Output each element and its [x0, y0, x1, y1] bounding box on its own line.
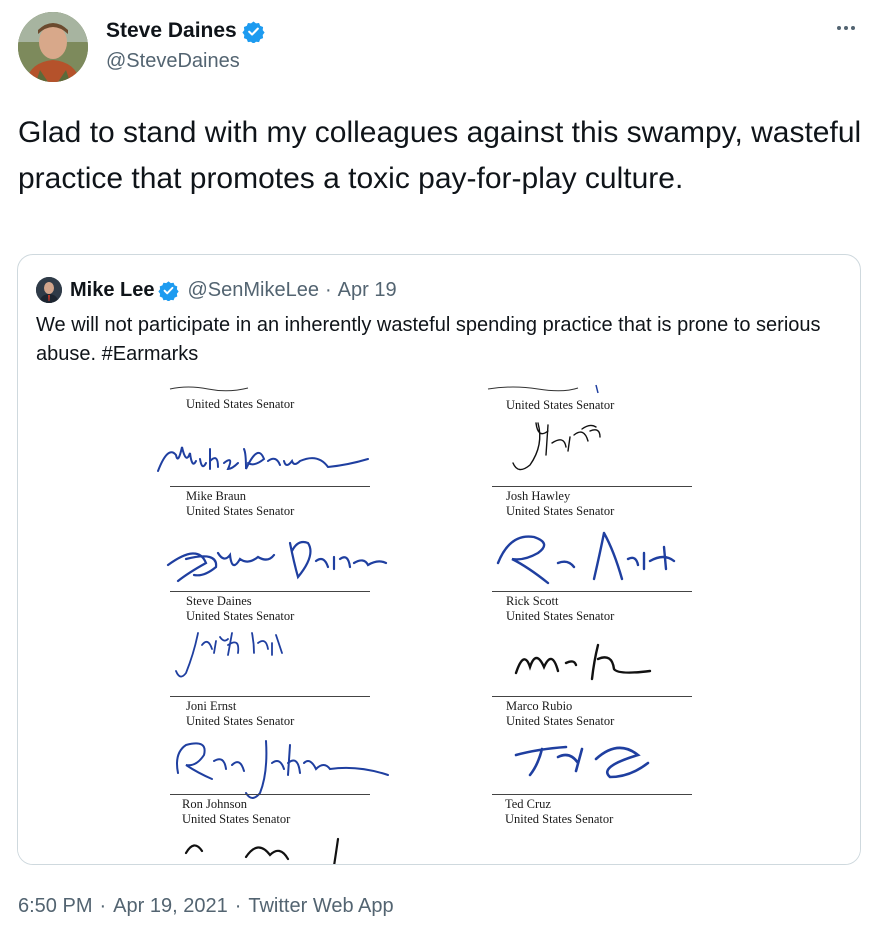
quoted-author-name: Mike Lee — [70, 278, 155, 301]
signer-name: Josh Hawley — [506, 489, 571, 503]
signature-drawings — [157, 384, 676, 864]
signature-line — [492, 486, 692, 487]
signature-line — [492, 794, 692, 795]
quoted-author-avatar — [36, 277, 62, 303]
signature-line — [170, 696, 370, 697]
signer-title: United States Senator — [186, 504, 295, 518]
footer-separator: · — [234, 895, 242, 917]
signature-line — [492, 591, 692, 592]
tweet-text: Glad to stand with my colleagues against… — [18, 116, 862, 195]
signer-title: United States Senator — [506, 714, 615, 728]
signer-title: United States Senator — [186, 609, 295, 623]
signer-title: United States Senator — [506, 609, 615, 623]
verified-badge-icon — [158, 280, 180, 302]
author-handle[interactable]: @SteveDaines — [106, 50, 265, 73]
author-avatar[interactable] — [18, 12, 88, 82]
signer-name: Steve Daines — [186, 594, 252, 608]
signer-name: Marco Rubio — [506, 699, 573, 713]
signature-line — [170, 591, 370, 592]
author-display-name[interactable]: Steve Daines — [106, 19, 237, 43]
signer-name: Ted Cruz — [505, 797, 551, 811]
signer-title: United States Senator — [182, 812, 291, 826]
signer-title: United States Senator — [506, 504, 615, 518]
quoted-author-handle: @SenMikeLee — [187, 278, 319, 301]
quoted-tweet[interactable]: Mike Lee @SenMikeLee · Apr 19 We will no… — [17, 254, 861, 865]
signer-name: Rick Scott — [506, 594, 559, 608]
signer-title: United States Senator — [186, 714, 295, 728]
tweet-time[interactable]: 6:50 PM — [18, 895, 92, 918]
signature-line — [170, 486, 370, 487]
signer-title: United States Senator — [505, 812, 614, 826]
tweet-source[interactable]: Twitter Web App — [248, 895, 393, 918]
tweet-date[interactable]: Apr 19, 2021 — [113, 895, 228, 918]
tweet-header: Steve Daines @SteveDaines — [18, 12, 863, 84]
tweet-footer: 6:50 PM · Apr 19, 2021 · Twitter Web App — [18, 895, 394, 918]
footer-separator: · — [99, 895, 107, 917]
author-name-block: Steve Daines @SteveDaines — [106, 18, 265, 73]
signer-name: Joni Ernst — [186, 699, 237, 713]
signer-title: United States Senator — [506, 398, 615, 412]
signature-line — [492, 696, 692, 697]
signature-line — [170, 794, 370, 795]
signature-letter-image[interactable]: United States Senator United States Sena… — [18, 383, 860, 864]
quoted-separator: · — [324, 278, 332, 301]
signer-title: United States Senator — [186, 397, 295, 411]
quoted-tweet-header: Mike Lee @SenMikeLee · Apr 19 — [36, 277, 397, 303]
more-horizontal-icon[interactable] — [831, 16, 861, 40]
verified-badge-icon — [242, 20, 265, 44]
quoted-date: Apr 19 — [337, 278, 397, 301]
signer-name: Mike Braun — [186, 489, 247, 503]
signer-name: Ron Johnson — [182, 797, 247, 811]
quoted-tweet-text: We will not participate in an inherently… — [36, 314, 821, 365]
